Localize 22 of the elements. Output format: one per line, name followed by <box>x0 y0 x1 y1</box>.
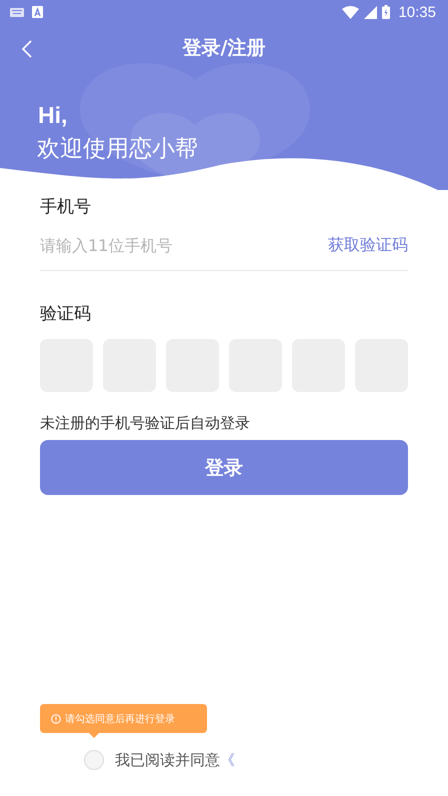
keyboard-icon <box>10 8 24 16</box>
welcome-text: 欢迎使用恋小帮 <box>37 135 199 164</box>
page-title: 登录/注册 <box>182 36 266 61</box>
hint-text: 未注册的手机号验证后自动登录 <box>40 413 251 434</box>
battery-icon <box>382 5 390 19</box>
back-icon <box>22 40 32 58</box>
back-button[interactable] <box>20 38 34 60</box>
agreement-text: 我已阅读并同意 <box>115 750 220 770</box>
agreement-link[interactable]: 《 <box>220 750 235 770</box>
tooltip-text: 请勾选同意后再进行登录 <box>65 712 175 726</box>
phone-label: 手机号 <box>40 196 92 219</box>
phone-input-field[interactable]: 请输入11位手机号 <box>40 236 328 254</box>
login-button[interactable]: 登录 <box>40 440 408 495</box>
app-notification-icon <box>32 6 43 18</box>
wifi-icon <box>342 6 360 18</box>
info-icon <box>51 714 61 724</box>
code-label: 验证码 <box>40 303 92 326</box>
signal-icon <box>364 6 378 18</box>
status-time: 10:35 <box>398 4 436 20</box>
get-code-link[interactable]: 获取验证码 <box>328 234 408 256</box>
greeting-text: Hi, <box>38 101 68 130</box>
agree-checkbox[interactable] <box>84 750 104 770</box>
